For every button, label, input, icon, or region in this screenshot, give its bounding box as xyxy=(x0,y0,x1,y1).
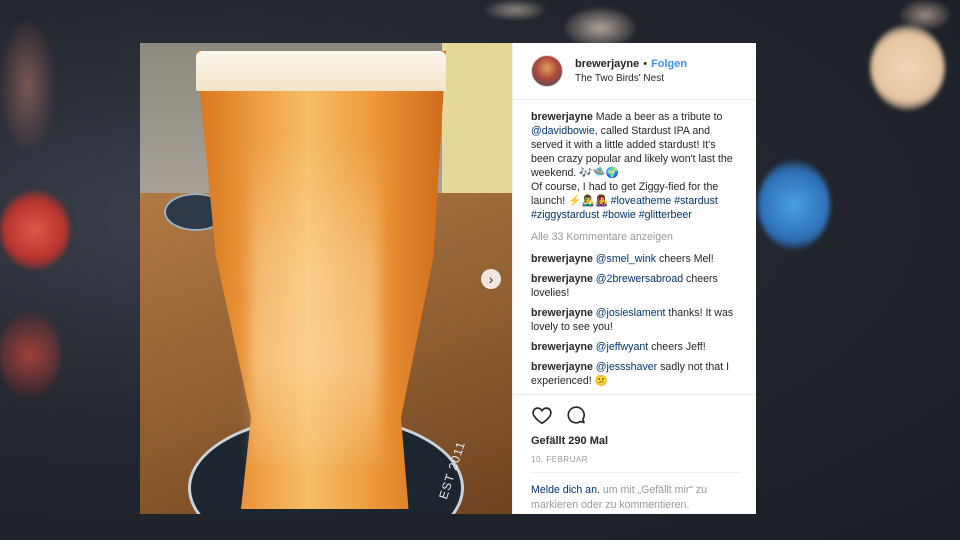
comment-item: brewerjayne @jeffwyant cheers Jeff! xyxy=(531,340,740,354)
comment-text: cheers Mel! xyxy=(656,253,714,265)
background-bokeh-light xyxy=(0,20,55,150)
header-text: brewerjayne • Folgen The Two Birds' Nest xyxy=(575,58,687,84)
comment-username[interactable]: brewerjayne xyxy=(531,253,593,265)
post-header: brewerjayne • Folgen The Two Birds' Nest xyxy=(513,43,756,100)
comment-mention[interactable]: @jessshaver xyxy=(596,361,657,373)
comment-mention[interactable]: @2brewersabroad xyxy=(596,273,683,285)
post-actions: Gefällt 290 Mal 10. FEBRUAR Melde dich a… xyxy=(513,394,756,514)
background-bokeh-light xyxy=(0,310,60,400)
login-prompt: Melde dich an. um mit „Gefällt mir“ zu m… xyxy=(531,483,740,513)
caption-mention[interactable]: @davidbowie xyxy=(531,125,595,137)
instagram-post-embed: EST 2011 › brewerjayne • Folgen The Two Bi… xyxy=(140,43,756,514)
location-link[interactable]: The Two Birds' Nest xyxy=(575,73,687,84)
background-bokeh-light xyxy=(758,160,830,250)
heart-icon[interactable] xyxy=(531,404,553,426)
background-bokeh-light xyxy=(900,0,950,30)
post-caption: brewerjayne Made a beer as a tribute to … xyxy=(531,110,740,222)
comment-username[interactable]: brewerjayne xyxy=(531,361,593,373)
background-bokeh-light xyxy=(0,190,70,270)
likes-count[interactable]: Gefällt 290 Mal xyxy=(531,435,740,447)
background-bokeh-light xyxy=(565,8,635,48)
comments-section: brewerjayne Made a beer as a tribute to … xyxy=(513,100,756,394)
action-icons xyxy=(531,403,740,427)
comment-bubble-icon[interactable] xyxy=(565,404,587,426)
beer-glitter xyxy=(250,133,380,463)
username-link[interactable]: brewerjayne xyxy=(575,58,639,70)
comment-item: brewerjayne @jessshaver sadly not that I… xyxy=(531,360,740,388)
post-date: 10. FEBRUAR xyxy=(531,455,740,473)
comment-item: brewerjayne @2brewersabroad cheers lovel… xyxy=(531,272,740,300)
background-bokeh-light xyxy=(870,25,945,110)
next-image-button[interactable]: › xyxy=(481,269,501,289)
caption-username[interactable]: brewerjayne xyxy=(531,111,593,123)
comment-text: cheers Jeff! xyxy=(648,341,706,353)
separator-dot: • xyxy=(643,58,648,70)
comment-username[interactable]: brewerjayne xyxy=(531,307,593,319)
caption-text: Made a beer as a tribute to xyxy=(592,111,723,123)
login-link[interactable]: Melde dich an. xyxy=(531,484,600,496)
view-all-comments-link[interactable]: Alle 33 Kommentare anzeigen xyxy=(531,230,740,244)
comment-item: brewerjayne @smel_wink cheers Mel! xyxy=(531,252,740,266)
comment-mention[interactable]: @josieslament xyxy=(596,307,666,319)
background-bokeh-light xyxy=(485,0,545,20)
comment-item: brewerjayne @josieslament thanks! It was… xyxy=(531,306,740,334)
follow-button[interactable]: Folgen xyxy=(651,58,687,70)
chevron-right-icon: › xyxy=(488,271,494,287)
comment-mention[interactable]: @jeffwyant xyxy=(596,341,648,353)
avatar[interactable] xyxy=(531,55,563,87)
post-photo[interactable]: EST 2011 › xyxy=(140,43,512,514)
comment-username[interactable]: brewerjayne xyxy=(531,273,593,285)
photo-sign xyxy=(442,43,512,193)
beer-foam xyxy=(196,51,446,91)
comment-mention[interactable]: @smel_wink xyxy=(596,253,656,265)
post-sidebar: brewerjayne • Folgen The Two Birds' Nest b… xyxy=(512,43,756,514)
comment-username[interactable]: brewerjayne xyxy=(531,341,593,353)
